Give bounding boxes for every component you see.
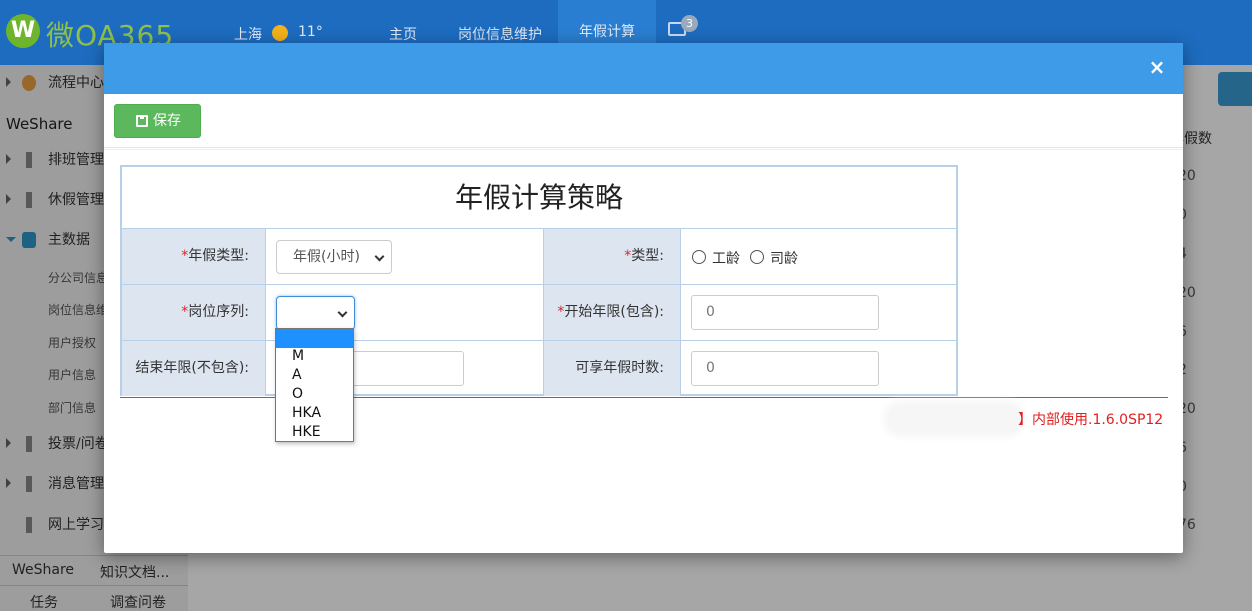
dropdown-option[interactable]: HKA (276, 404, 353, 423)
toolbar-divider (104, 149, 1183, 150)
radio-company-seniority[interactable] (750, 250, 764, 264)
chevron-down-icon (374, 251, 385, 262)
radio-seniority[interactable] (692, 250, 706, 264)
type-cell: 工龄 司龄 (681, 229, 956, 284)
type-label: *类型: (544, 229, 681, 284)
message-badge: 3 (681, 15, 698, 32)
sun-icon (272, 25, 288, 41)
version-text: 】内部使用.1.6.0SP12 (1018, 412, 1164, 428)
start-years-cell: 0 (681, 285, 956, 340)
leave-type-label: *年假类型: (122, 229, 266, 284)
leave-type-select[interactable]: 年假(小时) (276, 240, 392, 274)
start-years-input[interactable]: 0 (691, 295, 879, 330)
weather-city: 上海 (234, 27, 262, 43)
position-seq-label: *岗位序列: (122, 285, 266, 340)
form-row: *年假类型: 年假(小时) *类型: 工龄 司龄 (122, 229, 956, 285)
leave-hours-label: 可享年假时数: (544, 341, 681, 396)
floppy-icon (136, 115, 148, 127)
redacted-company-name (889, 407, 1019, 431)
form-row: *岗位序列: *开始年限(包含): 0 (122, 285, 956, 341)
leave-hours-input[interactable]: 0 (691, 351, 879, 386)
form-title: 年假计算策略 (122, 167, 956, 229)
app-logo: W (6, 14, 40, 48)
save-button-label: 保存 (153, 113, 181, 129)
field-label: 结束年限(不包含): (135, 360, 249, 376)
dropdown-option[interactable]: A (276, 366, 353, 385)
select-value: 年假(小时) (293, 249, 360, 265)
radio-label: 工龄 (712, 251, 740, 267)
field-label: 类型: (631, 248, 664, 264)
radio-label: 司龄 (770, 251, 798, 267)
dropdown-option[interactable]: M (276, 347, 353, 366)
end-years-label: 结束年限(不包含): (122, 341, 266, 396)
dropdown-option[interactable] (276, 329, 353, 348)
weather-temperature: 11° (298, 24, 323, 40)
field-label: 年假类型: (188, 248, 249, 264)
strategy-form: 年假计算策略 *年假类型: 年假(小时) *类型: 工龄 司龄 *岗位序列: *… (120, 165, 958, 396)
save-button[interactable]: 保存 (114, 104, 201, 138)
field-label: 开始年限(包含): (564, 304, 664, 320)
nav-position-info[interactable]: 岗位信息维护 (458, 24, 542, 44)
leave-hours-cell: 0 (681, 341, 956, 396)
dropdown-option[interactable]: O (276, 385, 353, 404)
field-label: 岗位序列: (188, 304, 249, 320)
toolbar-divider (104, 147, 1183, 148)
modal-header: × (104, 43, 1183, 94)
dropdown-option[interactable]: HKE (276, 423, 353, 442)
position-seq-select[interactable] (276, 296, 355, 330)
position-seq-dropdown: M A O HKA HKE (275, 328, 354, 442)
leave-type-cell: 年假(小时) (266, 229, 544, 284)
annual-leave-strategy-modal: × 保存 年假计算策略 *年假类型: 年假(小时) *类型: 工龄 司龄 *岗位… (104, 43, 1183, 553)
chevron-down-icon (337, 307, 348, 318)
nav-home[interactable]: 主页 (389, 24, 417, 44)
close-icon[interactable]: × (1147, 57, 1167, 77)
start-years-label: *开始年限(包含): (544, 285, 681, 340)
field-label: 可享年假时数: (575, 360, 664, 376)
form-row: 结束年限(不包含): 可享年假时数: 0 (122, 341, 956, 397)
